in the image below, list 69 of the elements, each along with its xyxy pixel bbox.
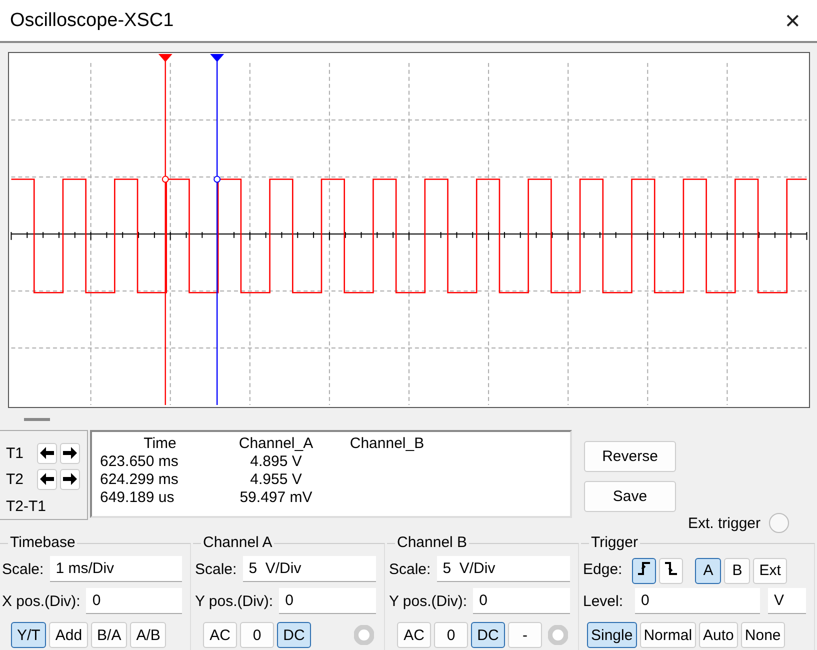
coupling-button[interactable]: AC — [397, 622, 431, 648]
readout-cell-text: 4.895 V — [249, 453, 303, 471]
trigger-mode-button[interactable]: None — [740, 622, 785, 648]
close-button[interactable]: ✕ — [780, 8, 805, 32]
position-field[interactable]: 0 — [279, 588, 376, 614]
mode-button[interactable]: Y/T — [11, 622, 46, 648]
mode-button[interactable]: Add — [49, 622, 88, 648]
position-field[interactable]: 0 — [86, 588, 182, 614]
trigger-mode-button[interactable]: Normal — [640, 622, 696, 648]
cursor-label: T1 — [6, 444, 25, 462]
mode-button[interactable]: A/B — [130, 622, 166, 648]
scale-field[interactable]: 5 V/Div — [436, 556, 570, 582]
field-label: Scale: — [2, 560, 44, 578]
scale-field[interactable]: 1 ms/Div — [50, 556, 182, 582]
coupling-button[interactable]: 0 — [240, 622, 274, 648]
field-label: Scale: — [389, 560, 431, 578]
edge-button[interactable] — [632, 558, 656, 584]
right-arrow-icon — [63, 473, 77, 485]
coupling-button[interactable]: DC — [277, 622, 311, 648]
column-header: Channel_A — [238, 435, 314, 453]
group-title: Trigger — [589, 534, 640, 551]
coupling-button[interactable]: DC — [471, 622, 505, 648]
cursor-line[interactable] — [210, 54, 224, 405]
readout-cell-text: 649.189 us — [100, 489, 176, 507]
window-title: Oscilloscope-XSC1 — [10, 10, 174, 32]
resize-handle[interactable] — [24, 418, 50, 420]
coupling-button[interactable]: 0 — [434, 622, 468, 648]
move-right-button[interactable] — [60, 468, 80, 490]
field-label: Scale: — [195, 560, 237, 578]
action-button[interactable]: Save — [584, 481, 676, 512]
source-button[interactable]: Ext — [753, 558, 787, 584]
readout-cell-text: 4.955 V — [249, 471, 303, 489]
left-arrow-icon — [40, 473, 54, 485]
cursor-label: T2 — [6, 470, 25, 488]
trigger-mode-button[interactable]: Auto — [699, 622, 738, 648]
readout-cell-text: 59.497 mV — [238, 489, 314, 507]
readout-cell-text: 623.650 ms — [100, 453, 180, 471]
coupling-button[interactable]: AC — [203, 622, 237, 648]
source-button[interactable]: A — [695, 558, 722, 584]
move-right-button[interactable] — [60, 442, 80, 464]
move-left-button[interactable] — [37, 468, 57, 490]
move-left-button[interactable] — [37, 442, 57, 464]
mode-button[interactable]: B/A — [91, 622, 128, 648]
cursor-line[interactable] — [158, 54, 172, 405]
radio-button[interactable] — [768, 513, 789, 533]
column-header: Time — [142, 435, 178, 453]
field-label: X pos.(Div): — [2, 592, 80, 610]
falling-edge-icon — [663, 560, 680, 577]
level-field[interactable]: 0 — [635, 588, 760, 614]
field-label: Edge: — [583, 560, 622, 578]
ext-trigger-label: Ext. trigger — [688, 514, 761, 532]
column-header: Channel_B — [348, 435, 426, 453]
readout-cell-text: 624.299 ms — [100, 471, 180, 489]
cursor-label: T2-T1 — [6, 498, 46, 514]
radio-icon[interactable] — [354, 625, 374, 645]
left-arrow-icon — [40, 447, 54, 459]
trigger-mode-button[interactable]: Single — [587, 622, 637, 648]
position-field[interactable]: 0 — [473, 588, 570, 614]
unit-field[interactable]: V — [768, 588, 806, 614]
rising-edge-icon — [636, 560, 652, 577]
field-label: Y pos.(Div): — [195, 592, 274, 610]
scale-field[interactable]: 5 V/Div — [242, 556, 376, 582]
coupling-button[interactable]: - — [508, 622, 542, 648]
radio-icon[interactable] — [548, 625, 568, 645]
action-button[interactable]: Reverse — [584, 441, 676, 472]
field-label: Level: — [583, 592, 624, 610]
source-button[interactable]: B — [724, 558, 750, 584]
field-label: Y pos.(Div): — [389, 592, 468, 610]
right-arrow-icon — [63, 447, 77, 459]
